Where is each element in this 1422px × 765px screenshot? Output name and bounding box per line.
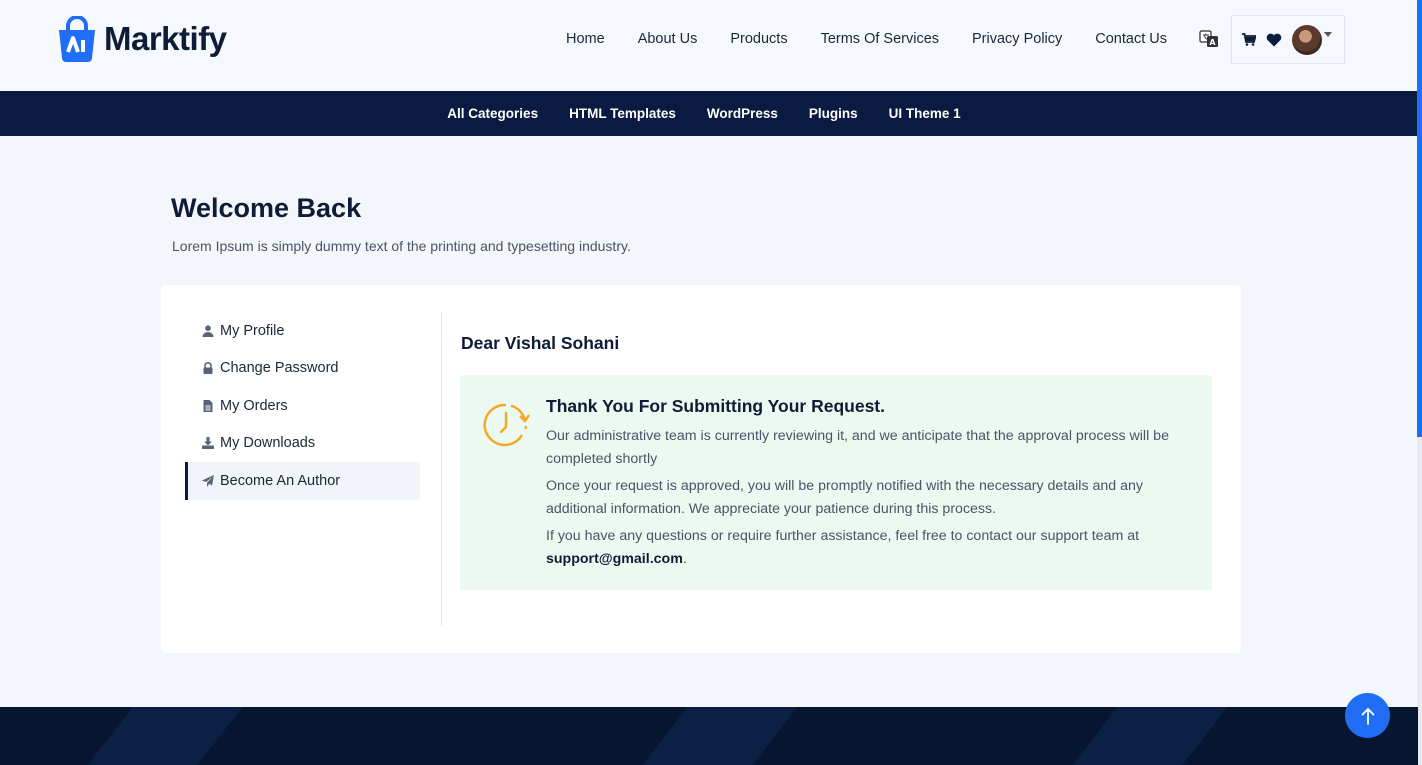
notice-title: Thank You For Submitting Your Request. (546, 396, 885, 416)
request-notice: Thank You For Submitting Your Request. O… (460, 375, 1212, 590)
sidebar-item-label: Become An Author (220, 472, 341, 489)
lock-icon (203, 362, 213, 375)
sidebar-item-my-downloads[interactable]: My Downloads (185, 425, 420, 463)
logo-text: Marktify (104, 20, 227, 57)
sidebar-item-change-password[interactable]: Change Password (185, 350, 420, 388)
notice-paragraph-3: If you have any questions or require fur… (546, 525, 1196, 571)
sidebar-item-label: My Orders (220, 397, 288, 414)
translate-icon[interactable]: A (1199, 29, 1219, 49)
nav-about-us[interactable]: About Us (638, 31, 698, 47)
notice-paragraph-3-end: . (682, 551, 687, 567)
download-icon (202, 437, 214, 450)
sidebar-item-label: My Profile (220, 322, 285, 339)
avatar[interactable] (1292, 24, 1322, 55)
notice-paragraph-3-text: If you have any questions or require fur… (546, 528, 1140, 544)
nav-privacy[interactable]: Privacy Policy (972, 31, 1062, 47)
category-bar: All Categories HTML Templates WordPress … (0, 91, 1418, 136)
svg-text:A: A (1209, 38, 1216, 47)
support-email[interactable]: support@gmail.com (546, 551, 683, 567)
category-ui-theme[interactable]: UI Theme 1 (889, 106, 961, 121)
cart-icon[interactable] (1242, 33, 1256, 46)
main-nav: Home About Us Products Terms Of Services… (566, 31, 1167, 47)
sidebar-item-label: My Downloads (220, 435, 316, 452)
file-icon (203, 399, 213, 412)
paper-plane-icon (202, 474, 214, 487)
footer-decoration (1072, 707, 1228, 765)
notice-body: Our administrative team is currently rev… (546, 425, 1196, 575)
divider (441, 312, 442, 626)
heart-icon[interactable] (1266, 33, 1282, 47)
footer-decoration (87, 707, 243, 765)
category-all[interactable]: All Categories (447, 106, 538, 121)
arrow-up-icon (1361, 707, 1374, 725)
dashboard-card: My Profile Change Password My Orders My … (161, 285, 1241, 653)
sidebar-item-my-orders[interactable]: My Orders (185, 387, 420, 425)
page-subtitle: Lorem Ipsum is simply dummy text of the … (172, 238, 631, 254)
footer (0, 707, 1418, 765)
chevron-down-icon[interactable] (1324, 32, 1332, 37)
nav-contact[interactable]: Contact Us (1095, 31, 1167, 47)
logo-bag-icon (59, 16, 95, 62)
sidebar-item-become-author[interactable]: Become An Author (185, 462, 420, 500)
nav-products[interactable]: Products (730, 31, 787, 47)
top-header: Marktify Home About Us Products Terms Of… (0, 0, 1422, 91)
footer-decoration (642, 707, 798, 765)
category-wordpress[interactable]: WordPress (707, 106, 778, 121)
category-html-templates[interactable]: HTML Templates (569, 106, 676, 121)
user-icon (202, 325, 214, 337)
page-title: Welcome Back (171, 193, 362, 223)
nav-terms[interactable]: Terms Of Services (821, 31, 939, 47)
logo[interactable]: Marktify (56, 16, 227, 62)
back-to-top-button[interactable] (1345, 693, 1390, 738)
account-sidebar: My Profile Change Password My Orders My … (185, 312, 420, 500)
notice-paragraph-2: Once your request is approved, you will … (546, 478, 1143, 517)
clock-pending-icon (483, 403, 530, 447)
sidebar-item-label: Change Password (220, 360, 339, 377)
greeting: Dear Vishal Sohani (461, 333, 620, 353)
notice-paragraph-1: Our administrative team is currently rev… (546, 428, 1169, 467)
category-plugins[interactable]: Plugins (809, 106, 858, 121)
scrollbar-thumb[interactable] (1417, 0, 1422, 437)
nav-home[interactable]: Home (566, 31, 605, 47)
user-menu[interactable] (1231, 15, 1345, 64)
sidebar-item-my-profile[interactable]: My Profile (185, 312, 420, 350)
